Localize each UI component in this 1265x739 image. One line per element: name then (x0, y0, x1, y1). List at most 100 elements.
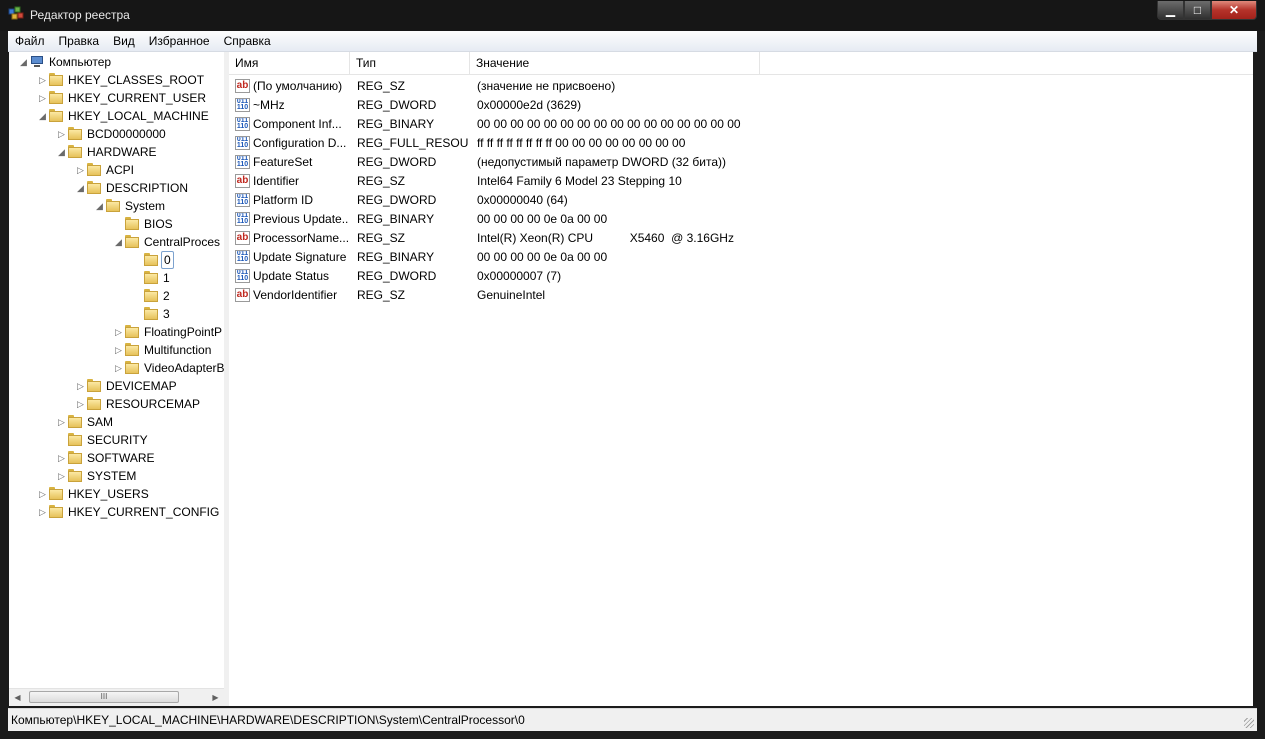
value-row[interactable]: ab Identifier REG_SZ Intel64 Family 6 Model… (229, 172, 1253, 191)
collapse-triangle-icon[interactable]: ◢ (76, 179, 85, 197)
tree-node[interactable]: ◢ HKEY_LOCAL_MACHINE (9, 107, 224, 125)
value-type: REG_BINARY (357, 212, 435, 226)
tree-node[interactable]: 1 (9, 269, 224, 287)
expand-triangle-icon[interactable]: ▷ (76, 395, 85, 413)
expand-triangle-icon[interactable]: ▷ (76, 161, 85, 179)
value-row[interactable]: 011 110 Configuration D... REG_FULL_RESOU.… (229, 134, 1253, 153)
tree-node[interactable]: ▷ HKEY_CLASSES_ROOT (9, 71, 224, 89)
value-name: Platform ID (253, 193, 314, 207)
value-data: (значение не присвоено) (477, 79, 616, 93)
tree-node[interactable]: ▷ BCD00000000 (9, 125, 224, 143)
expand-triangle-icon[interactable]: ▷ (38, 71, 47, 89)
folder-icon (49, 91, 63, 105)
binary-value-icon: 011 110 (235, 250, 250, 264)
maximize-button[interactable]: □ (1184, 1, 1211, 20)
value-row[interactable]: ab ProcessorName... REG_SZ Intel(R) Xeon(R)… (229, 229, 1253, 248)
registry-tree[interactable]: ◢ Компьютер ▷ HKEY_CLASSES_ROOT ▷ HKEY_CURREN… (9, 52, 224, 706)
menu-favorites[interactable]: Избранное (142, 34, 217, 48)
column-header: Имя Тип Значение (229, 52, 1253, 75)
tree-node-label: SAM (87, 415, 114, 429)
tree-node[interactable]: ▷ SOFTWARE (9, 449, 224, 467)
menu-view[interactable]: Вид (106, 34, 142, 48)
tree-horizontal-scrollbar[interactable]: ◀ III ▶ (9, 688, 224, 706)
folder-icon (144, 289, 158, 303)
expand-triangle-icon[interactable]: ▷ (76, 377, 85, 395)
tree-node[interactable]: ▷ ACPI (9, 161, 224, 179)
value-data: Intel(R) Xeon(R) CPU X5460 @ 3.16GHz (477, 231, 734, 245)
expand-triangle-icon[interactable]: ▷ (38, 485, 47, 503)
expand-triangle-icon[interactable]: ▷ (57, 125, 66, 143)
expand-triangle-icon[interactable]: ▷ (114, 341, 123, 359)
tree-node[interactable]: BIOS (9, 215, 224, 233)
menu-help[interactable]: Справка (217, 34, 278, 48)
values-list[interactable]: Имя Тип Значение ab (По умолчанию) REG_SZ(… (229, 52, 1253, 706)
value-row[interactable]: 011 110 Component Inf... REG_BINARY 00 00 0… (229, 115, 1253, 134)
expand-triangle-icon[interactable]: ▷ (38, 503, 47, 521)
expand-triangle-icon[interactable]: ▷ (57, 449, 66, 467)
tree-node[interactable]: ▷ FloatingPointP (9, 323, 224, 341)
status-bar: Компьютер\HKEY_LOCAL_MACHINE\HARDWARE\DE… (8, 708, 1257, 731)
expand-triangle-icon[interactable]: ▷ (57, 413, 66, 431)
value-row[interactable]: 011 110 Update Signature REG_BINARY 00 00 0… (229, 248, 1253, 267)
expand-triangle-icon[interactable]: ▷ (114, 359, 123, 377)
value-row[interactable]: 011 110 Update Status REG_DWORD 0x00000007 … (229, 267, 1253, 286)
tree-node[interactable]: 2 (9, 287, 224, 305)
tree-node[interactable]: SECURITY (9, 431, 224, 449)
tree-node[interactable]: ▷ RESOURCEMAP (9, 395, 224, 413)
tree-node[interactable]: ▷ VideoAdapterB (9, 359, 224, 377)
collapse-triangle-icon[interactable]: ◢ (38, 107, 47, 125)
collapse-triangle-icon[interactable]: ◢ (114, 233, 123, 251)
tree-node[interactable]: ▷ SYSTEM (9, 467, 224, 485)
value-name: FeatureSet (253, 155, 313, 169)
scroll-left-arrow-icon[interactable]: ◀ (9, 689, 26, 706)
tree-node-label: SYSTEM (87, 469, 137, 483)
title-bar[interactable]: Редактор реестра ▁ □ ✕ (0, 0, 1265, 31)
value-row[interactable]: 011 110 FeatureSet REG_DWORD (недопустимый … (229, 153, 1253, 172)
column-type[interactable]: Тип (350, 52, 470, 74)
folder-icon (125, 343, 139, 357)
column-name[interactable]: Имя (229, 52, 350, 74)
folder-icon (125, 325, 139, 339)
tree-node-label: System (125, 199, 166, 213)
value-row[interactable]: 011 110 Platform ID REG_DWORD 0x00000040 (6… (229, 191, 1253, 210)
tree-node[interactable]: 3 (9, 305, 224, 323)
menu-file[interactable]: Файл (8, 34, 52, 48)
folder-icon (87, 181, 101, 195)
resize-grip-icon[interactable] (1244, 718, 1254, 728)
tree-node-label: BCD00000000 (87, 127, 166, 141)
collapse-triangle-icon[interactable]: ◢ (57, 143, 66, 161)
collapse-triangle-icon[interactable]: ◢ (19, 53, 28, 71)
tree-node[interactable]: 0 (9, 251, 224, 269)
tree-node[interactable]: ▷ HKEY_CURRENT_CONFIG (9, 503, 224, 521)
value-row[interactable]: ab VendorIdentifier REG_SZ GenuineIntel (229, 286, 1253, 305)
tree-node[interactable]: ▷ DEVICEMAP (9, 377, 224, 395)
value-row[interactable]: 011 110 Previous Update... REG_BINARY 00 00… (229, 210, 1253, 229)
tree-node[interactable]: ◢ CentralProces (9, 233, 224, 251)
scroll-thumb-grip: III (100, 692, 108, 701)
tree-node[interactable]: ◢ System (9, 197, 224, 215)
folder-icon (125, 235, 139, 249)
expand-triangle-icon[interactable]: ▷ (114, 323, 123, 341)
close-button[interactable]: ✕ (1211, 1, 1257, 20)
string-value-icon: ab (235, 174, 250, 188)
tree-node[interactable]: ◢ Компьютер (9, 53, 224, 71)
value-name: ~MHz (253, 98, 285, 112)
scroll-thumb[interactable]: III (29, 691, 179, 703)
tree-node[interactable]: ◢ HARDWARE (9, 143, 224, 161)
expand-triangle-icon[interactable]: ▷ (57, 467, 66, 485)
tree-node[interactable]: ▷ SAM (9, 413, 224, 431)
scroll-right-arrow-icon[interactable]: ▶ (207, 689, 224, 706)
tree-node[interactable]: ▷ HKEY_USERS (9, 485, 224, 503)
value-row[interactable]: 011 110 ~MHz REG_DWORD 0x00000e2d (3629) (229, 96, 1253, 115)
column-value[interactable]: Значение (470, 52, 760, 74)
tree-node[interactable]: ▷ HKEY_CURRENT_USER (9, 89, 224, 107)
value-row[interactable]: ab (По умолчанию) REG_SZ (значение не присв… (229, 77, 1253, 96)
caption-buttons: ▁ □ ✕ (1157, 1, 1257, 21)
menu-edit[interactable]: Правка (52, 34, 107, 48)
tree-node[interactable]: ◢ DESCRIPTION (9, 179, 224, 197)
minimize-button[interactable]: ▁ (1157, 1, 1184, 20)
folder-icon (49, 505, 63, 519)
expand-triangle-icon[interactable]: ▷ (38, 89, 47, 107)
collapse-triangle-icon[interactable]: ◢ (95, 197, 104, 215)
tree-node[interactable]: ▷ Multifunction (9, 341, 224, 359)
